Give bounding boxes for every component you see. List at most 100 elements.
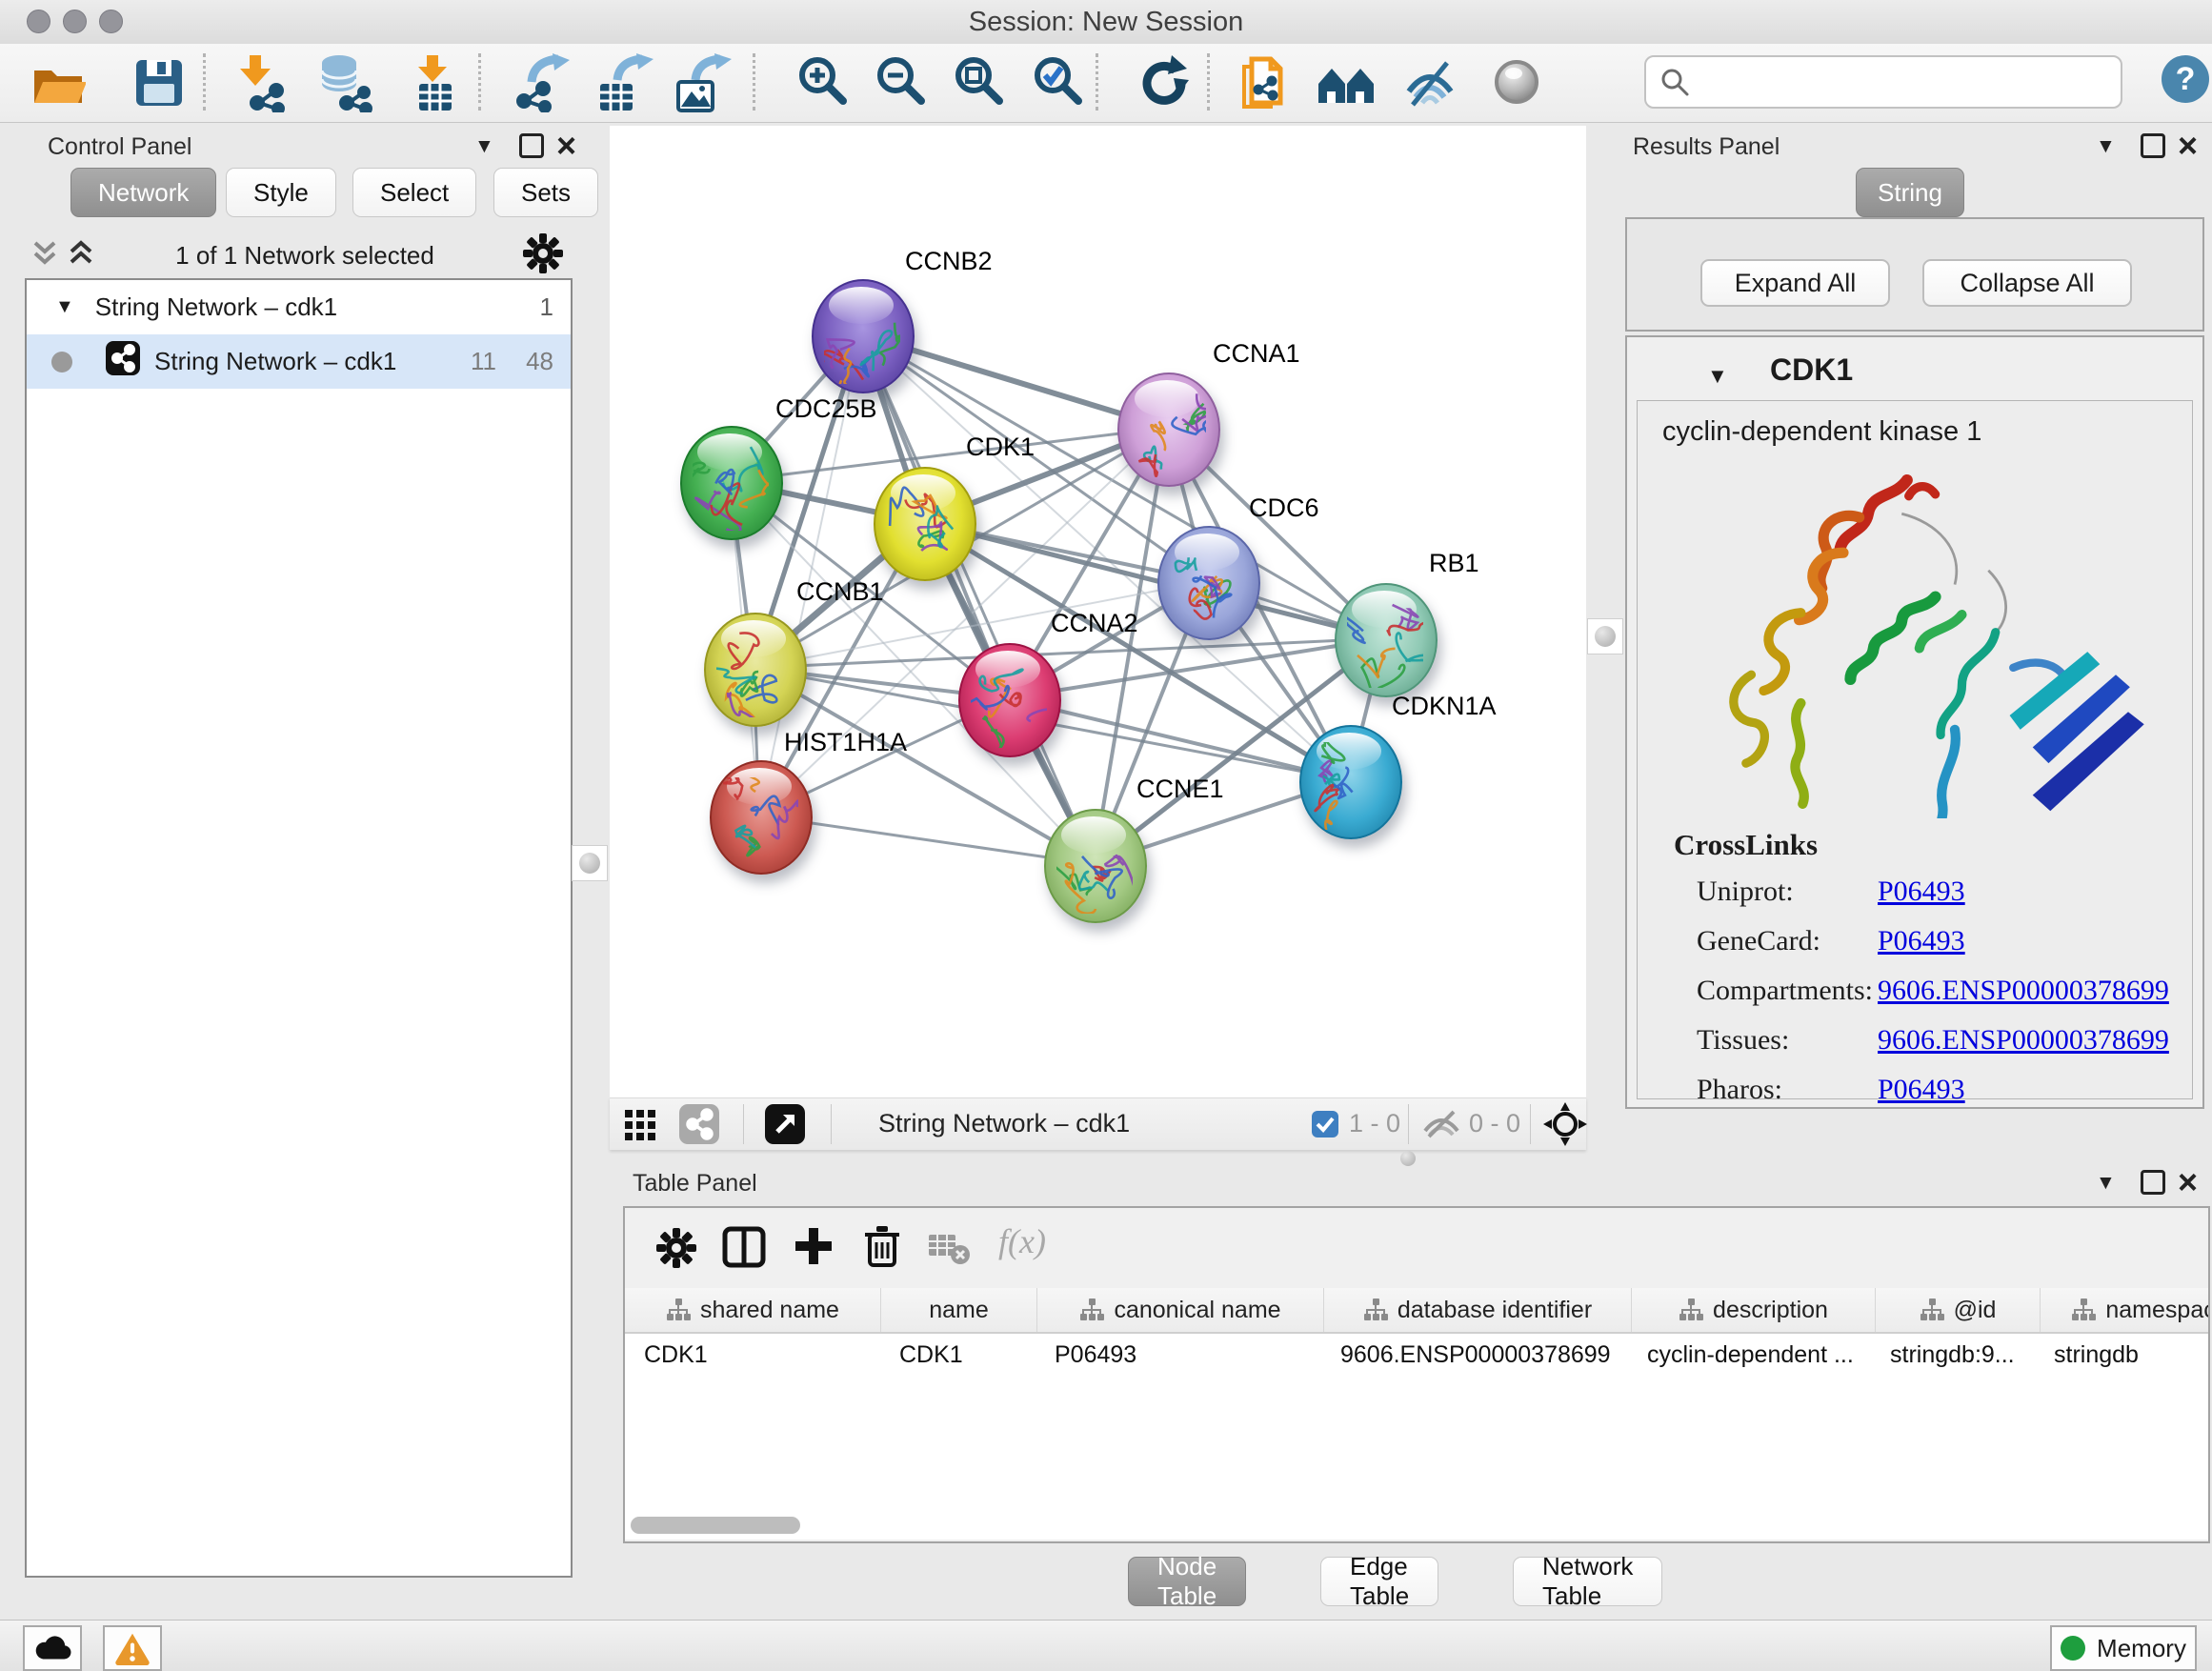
column-header-name[interactable]: name xyxy=(881,1288,1037,1332)
delete-table-icon-disabled[interactable] xyxy=(928,1231,972,1270)
tab-string[interactable]: String xyxy=(1856,168,1964,217)
export-network-icon[interactable] xyxy=(513,53,570,112)
results-panel-close-button[interactable]: × xyxy=(2178,133,2198,158)
string-homes-icon[interactable] xyxy=(1316,53,1373,112)
crosslink-label: Uniprot: xyxy=(1697,876,1794,908)
open-in-window-icon[interactable] xyxy=(764,1103,806,1150)
results-panel-float-button[interactable] xyxy=(2141,133,2165,158)
table-panel-menu-caret[interactable]: ▼ xyxy=(2096,1172,2116,1195)
crosslink-uniprot-link[interactable]: P06493 xyxy=(1878,876,1965,908)
table-row[interactable]: CDK1CDK1P064939606.ENSP00000378699cyclin… xyxy=(625,1334,2208,1376)
table-panel-close-button[interactable]: × xyxy=(2178,1170,2198,1195)
network-node-ccnb1[interactable] xyxy=(704,613,807,727)
network-node-cdk1[interactable] xyxy=(874,467,976,581)
add-column-icon[interactable] xyxy=(793,1225,835,1272)
column-header-database-identifier[interactable]: database identifier xyxy=(1324,1288,1632,1332)
right-splitter-handle[interactable] xyxy=(1587,618,1623,654)
network-node-ccna1[interactable] xyxy=(1117,372,1220,487)
import-network-file-icon[interactable] xyxy=(231,53,288,112)
statusbar-separator xyxy=(1408,1104,1409,1144)
network-node-hist1h1a[interactable] xyxy=(710,760,813,875)
bottom-splitter-handle[interactable] xyxy=(1398,1149,1418,1168)
protein-section: ▼ CDK1 cyclin-dependent kinase 1 xyxy=(1625,335,2204,1109)
network-collection-row[interactable]: ▼ String Network – cdk1 1 xyxy=(27,280,571,334)
delete-column-icon[interactable] xyxy=(861,1223,903,1274)
table-gear-icon[interactable] xyxy=(655,1227,697,1274)
results-panel-menu-caret[interactable]: ▼ xyxy=(2096,135,2116,158)
network-row-selected[interactable]: String Network – cdk1 11 48 xyxy=(27,334,571,389)
string-labels-icon[interactable] xyxy=(1401,53,1458,112)
collapse-all-tree-icon[interactable] xyxy=(29,238,61,275)
network-node-ccne1[interactable] xyxy=(1044,809,1147,923)
zoom-out-icon[interactable] xyxy=(872,53,929,112)
table-cell[interactable]: 9606.ENSP00000378699 xyxy=(1321,1334,1628,1376)
search-field[interactable] xyxy=(1644,55,2122,109)
horizontal-scrollbar[interactable] xyxy=(631,1517,800,1534)
function-builder-icon-disabled[interactable]: f(x) xyxy=(998,1221,1046,1261)
table-cell[interactable]: CDK1 xyxy=(625,1334,880,1376)
network-node-cdc25b[interactable] xyxy=(680,426,783,540)
tab-select[interactable]: Select xyxy=(352,168,476,217)
collapse-all-button[interactable]: Collapse All xyxy=(1922,259,2132,307)
expand-all-button[interactable]: Expand All xyxy=(1700,259,1890,307)
import-network-database-icon[interactable] xyxy=(314,53,372,112)
tab-network-table[interactable]: Network Table xyxy=(1513,1557,1662,1606)
warnings-button[interactable] xyxy=(103,1625,162,1671)
table-cell[interactable]: CDK1 xyxy=(880,1334,1036,1376)
show-columns-icon[interactable] xyxy=(722,1225,766,1274)
zoom-in-icon[interactable] xyxy=(794,53,851,112)
zoom-selected-icon[interactable] xyxy=(1029,53,1086,112)
zoom-fit-icon[interactable] xyxy=(950,53,1007,112)
apply-layout-icon[interactable] xyxy=(1134,53,1191,112)
network-node-rb1[interactable] xyxy=(1335,583,1438,697)
export-image-icon[interactable] xyxy=(673,53,730,112)
network-node-ccna2[interactable] xyxy=(958,643,1061,757)
search-input[interactable] xyxy=(1699,61,2113,101)
collection-expand-triangle-icon[interactable]: ▼ xyxy=(55,296,74,318)
table-cell[interactable]: stringdb xyxy=(2035,1334,2210,1376)
crosslink-tissues-link[interactable]: 9606.ENSP00000378699 xyxy=(1878,1024,2169,1057)
crosshair-icon[interactable] xyxy=(1543,1102,1587,1151)
crosslink-genecard-link[interactable]: P06493 xyxy=(1878,925,1965,957)
network-share-icon[interactable] xyxy=(678,1103,720,1150)
birds-eye-grid-icon[interactable] xyxy=(623,1106,661,1147)
string-document-icon[interactable] xyxy=(1237,53,1294,112)
left-splitter-handle[interactable] xyxy=(572,845,608,881)
memory-button[interactable]: Memory xyxy=(2050,1625,2197,1671)
table-cell[interactable]: P06493 xyxy=(1036,1334,1321,1376)
network-options-gear-icon[interactable] xyxy=(522,232,564,279)
column-header-shared-name[interactable]: shared name xyxy=(625,1288,881,1332)
crosslink-pharos-link[interactable]: P06493 xyxy=(1878,1074,1965,1106)
export-table-icon[interactable] xyxy=(594,53,652,112)
column-header-canonical-name[interactable]: canonical name xyxy=(1037,1288,1324,1332)
open-session-icon[interactable] xyxy=(29,53,86,112)
network-node-ccnb2[interactable] xyxy=(812,279,915,393)
network-view-canvas[interactable]: CCNB2CCNA1CDC25BCDK1CDC6RB1CCNB1CCNA2CDK… xyxy=(610,126,1586,1097)
save-session-icon[interactable] xyxy=(130,53,187,112)
cloud-button[interactable] xyxy=(23,1625,82,1671)
tab-style[interactable]: Style xyxy=(226,168,336,217)
column-header-namespace[interactable]: namespace xyxy=(2041,1288,2210,1332)
expand-all-tree-icon[interactable] xyxy=(65,238,97,275)
tab-sets[interactable]: Sets xyxy=(493,168,598,217)
network-node-cdkn1a[interactable] xyxy=(1299,725,1402,839)
column-header--id[interactable]: @id xyxy=(1876,1288,2041,1332)
table-cell[interactable]: stringdb:9... xyxy=(1871,1334,2035,1376)
column-header-description[interactable]: description xyxy=(1632,1288,1876,1332)
table-cell[interactable]: cyclin-dependent ... xyxy=(1628,1334,1871,1376)
control-panel-float-button[interactable] xyxy=(519,133,544,158)
protein-collapse-triangle-icon[interactable]: ▼ xyxy=(1707,364,1728,389)
import-table-icon[interactable] xyxy=(406,53,463,112)
tab-edge-table[interactable]: Edge Table xyxy=(1320,1557,1438,1606)
network-node-cdc6[interactable] xyxy=(1157,526,1260,640)
tab-network[interactable]: Network xyxy=(70,168,216,217)
help-icon[interactable]: ? xyxy=(2162,55,2209,103)
tab-node-table[interactable]: Node Table xyxy=(1128,1557,1246,1606)
hidden-eye-slash-icon[interactable] xyxy=(1421,1110,1461,1143)
glass-ball-effect-icon[interactable] xyxy=(1490,53,1547,112)
control-panel-close-button[interactable]: × xyxy=(556,133,576,158)
crosslink-compartments-link[interactable]: 9606.ENSP00000378699 xyxy=(1878,975,2169,1007)
selected-checkbox-icon[interactable] xyxy=(1311,1110,1339,1143)
table-panel-float-button[interactable] xyxy=(2141,1170,2165,1195)
control-panel-menu-caret[interactable]: ▼ xyxy=(474,135,494,158)
